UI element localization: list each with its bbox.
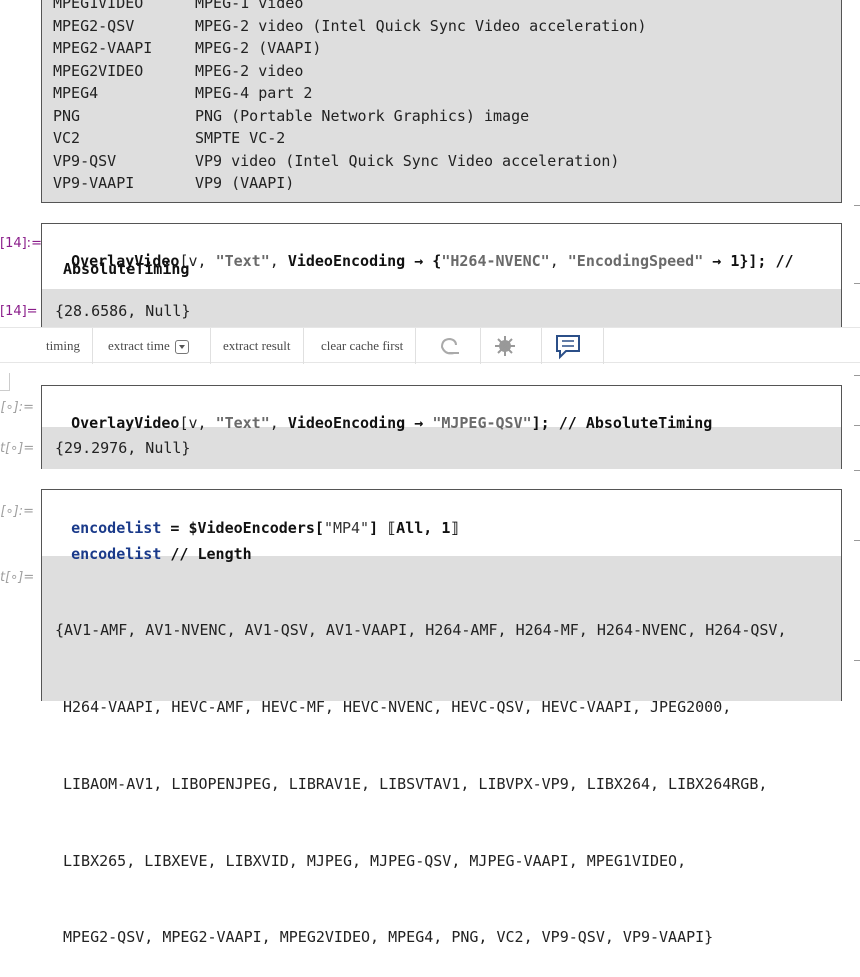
option-name: VideoEncoding: [287, 252, 406, 270]
input-label-14: [14]:=: [0, 236, 42, 251]
encoder-table-row: MPEG2VIDEO MPEG-2 video: [53, 60, 303, 82]
dropdown-icon[interactable]: [174, 340, 189, 355]
string-literal: "Text": [215, 252, 270, 270]
encoder-description: MPEG-2 (VAAPI): [195, 39, 322, 57]
output-line: {AV1-AMF, AV1-NVENC, AV1-QSV, AV1-VAAPI,…: [55, 621, 787, 640]
gear-icon[interactable]: [481, 328, 542, 364]
extract-time-label: extract time: [108, 338, 170, 353]
encoder-table-row: VP9-QSV VP9 video (Intel Quick Sync Video…: [53, 150, 619, 172]
output-label-mjpeg: t[∘]=: [0, 441, 35, 456]
encoder-table-row: PNG PNG (Portable Network Graphics) image: [53, 105, 529, 127]
encoder-description: MPEG-2 video: [195, 61, 304, 80]
variable-name: encodelist: [71, 545, 162, 563]
string-literal: "MP4": [323, 519, 370, 537]
code-text: [v,: [179, 414, 216, 432]
cell-bracket-mark: [0, 373, 10, 391]
encoder-description: SMPTE VC-2: [195, 129, 286, 147]
encoder-table-row: MPEG2-VAAPI MPEG-2 (VAAPI): [53, 37, 321, 59]
input-label-list: [∘]:=: [0, 504, 34, 519]
code-text: ,: [269, 414, 288, 432]
encoder-description: VP9 (VAAPI): [195, 174, 295, 192]
encoder-description: VP9 video (Intel Quick Sync Video accele…: [195, 151, 620, 170]
extract-result-button[interactable]: extract result: [211, 328, 304, 364]
encoder-description: MPEG-4 part 2: [195, 84, 313, 102]
input-label-mjpeg: [∘]:=: [0, 400, 34, 415]
clear-cache-button[interactable]: clear cache first: [309, 328, 417, 364]
code-text: ]; // AbsoluteTiming: [531, 414, 713, 432]
encoder-name: VP9-QSV: [53, 151, 117, 170]
output-value-mjpeg: {29.2976, Null}: [55, 439, 191, 457]
output-line: LIBX265, LIBXEVE, LIBXVID, MJPEG, MJPEG-…: [63, 851, 687, 870]
encoder-table-row: MPEG4 MPEG-4 part 2: [53, 82, 312, 104]
timing-button[interactable]: timing: [34, 328, 93, 364]
encoder-table-row: VC2 SMPTE VC-2: [53, 127, 285, 149]
code-text: // Length: [161, 545, 252, 563]
comment-icon[interactable]: [542, 328, 604, 364]
encoder-name: MPEG2VIDEO: [53, 61, 144, 80]
encoder-name: VP9-VAAPI: [53, 174, 135, 192]
scroll-mark: [854, 425, 860, 426]
code-line-14-cont[interactable]: AbsoluteTiming: [63, 260, 189, 278]
encoder-name: MPEG2-VAAPI: [53, 39, 153, 57]
output-value-14: {28.6586, Null}: [55, 302, 191, 320]
code-text: → 1}]; //: [703, 252, 794, 270]
output-line: H264-VAAPI, HEVC-AMF, HEVC-MF, HEVC-NVEN…: [63, 697, 732, 716]
scroll-mark: [854, 375, 860, 376]
encoder-table-row: MPEG1VIDEO MPEG-1 video: [53, 0, 303, 14]
code-text: ] ⟦All, 1⟧: [369, 519, 460, 537]
scroll-mark: [854, 660, 860, 661]
code-text: → {: [405, 252, 442, 270]
function-name: OverlayVideo: [71, 414, 180, 432]
string-literal: "MJPEG-QSV": [432, 414, 532, 432]
option-name: VideoEncoding: [287, 414, 406, 432]
encoder-name: MPEG4: [53, 84, 99, 102]
output-value-list: {AV1-AMF, AV1-NVENC, AV1-QSV, AV1-VAAPI,…: [55, 567, 787, 977]
encoder-description: MPEG-2 video (Intel Quick Sync Video acc…: [195, 16, 647, 35]
code-text: ,: [269, 252, 288, 270]
encoder-description: MPEG-1 video: [195, 0, 304, 12]
encoder-table-row: MPEG2-QSV MPEG-2 video (Intel Quick Sync …: [53, 15, 647, 37]
code-line-list-2[interactable]: encodelist // Length: [53, 527, 252, 563]
string-literal: "H264-NVENC": [441, 252, 550, 270]
refresh-icon[interactable]: [419, 328, 481, 364]
code-text: ,: [549, 252, 568, 270]
encoder-name: PNG: [53, 106, 81, 125]
scroll-mark: [854, 283, 860, 284]
code-line-mjpeg[interactable]: OverlayVideo[v, "Text", VideoEncoding → …: [53, 396, 712, 432]
encoder-name: MPEG2-QSV: [53, 16, 135, 35]
scroll-mark: [854, 205, 860, 206]
string-literal: "EncodingSpeed": [567, 252, 704, 270]
output-line: LIBAOM-AV1, LIBOPENJPEG, LIBRAV1E, LIBSV…: [63, 774, 768, 793]
scroll-mark: [854, 540, 860, 541]
code-text: →: [405, 414, 433, 432]
output-label-list: t[∘]=: [0, 570, 35, 585]
encoder-name: VC2: [53, 129, 81, 147]
output-line: MPEG2-QSV, MPEG2-VAAPI, MPEG2VIDEO, MPEG…: [63, 928, 714, 947]
extract-time-button[interactable]: extract time: [96, 328, 211, 364]
scroll-mark: [854, 470, 860, 471]
output-label-14: [14]=: [0, 304, 38, 319]
encoder-name: MPEG1VIDEO: [53, 0, 144, 12]
string-literal: "Text": [215, 414, 270, 432]
cell-toolbar: timing extract time extract result clear…: [0, 327, 860, 364]
encoder-description: PNG (Portable Network Graphics) image: [195, 106, 530, 125]
encoder-table-row: VP9-VAAPI VP9 (VAAPI): [53, 172, 294, 194]
